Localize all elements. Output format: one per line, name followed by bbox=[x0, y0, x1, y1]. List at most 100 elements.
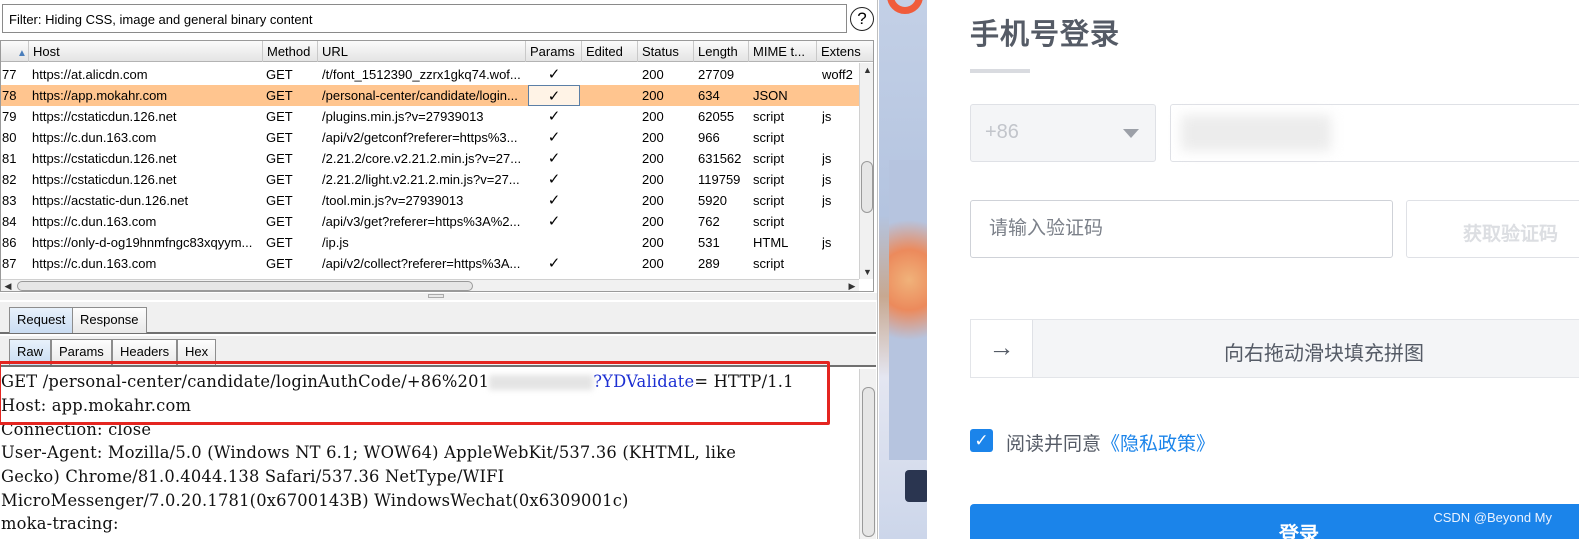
table-row[interactable]: 77 https://at.alicdn.com GET /t/font_151… bbox=[1, 64, 859, 85]
row-extension: js bbox=[822, 172, 832, 187]
decorative-ring bbox=[887, 0, 923, 14]
row-length: 62055 bbox=[698, 109, 735, 124]
column-number[interactable]: ▲ bbox=[1, 41, 29, 62]
row-mime: HTML bbox=[753, 235, 789, 250]
table-row[interactable]: 82 https://cstaticdun.126.net GET /2.21.… bbox=[1, 169, 859, 190]
table-horizontal-scrollbar[interactable]: ◀ ▶ bbox=[1, 279, 859, 291]
row-url: /ip.js bbox=[322, 235, 349, 250]
row-params-check bbox=[528, 232, 580, 253]
row-params-check: ✓ bbox=[528, 85, 580, 106]
row-params-check: ✓ bbox=[547, 171, 561, 188]
verification-code-input[interactable] bbox=[971, 201, 1392, 257]
table-row[interactable]: 80 https://c.dun.163.com GET /api/v2/get… bbox=[1, 127, 859, 148]
row-status: 200 bbox=[642, 67, 664, 82]
row-host: https://app.mokahr.com bbox=[32, 88, 168, 103]
column-edited[interactable]: Edited bbox=[582, 41, 638, 62]
verification-code-field[interactable] bbox=[970, 200, 1393, 258]
row-url: /2.21.2/light.v2.21.2.min.js?v=27... bbox=[322, 172, 520, 187]
header-line: User-Agent: Mozilla/5.0 (Windows NT 6.1;… bbox=[1, 443, 737, 462]
table-row-selected[interactable]: 78 https://app.mokahr.com GET /personal-… bbox=[1, 85, 859, 106]
table-vertical-scrollbar[interactable]: ▲ ▼ bbox=[859, 63, 873, 279]
row-params-check: ✓ bbox=[547, 66, 561, 83]
row-status: 200 bbox=[642, 151, 664, 166]
phone-input[interactable] bbox=[1170, 104, 1579, 162]
row-url: /2.21.2/core.v2.21.2.min.js?v=27... bbox=[322, 151, 522, 166]
slider-captcha[interactable]: → 向右拖动滑块填充拼图 bbox=[970, 319, 1579, 378]
tab-request[interactable]: Request bbox=[9, 307, 74, 333]
table-header: ▲ Host Method URL Params Edited Status L… bbox=[1, 41, 873, 62]
row-method: GET bbox=[266, 130, 293, 145]
row-number: 83 bbox=[2, 193, 17, 208]
tab-response[interactable]: Response bbox=[72, 307, 147, 333]
row-mime: script bbox=[753, 214, 785, 229]
filter-bar[interactable]: Filter: Hiding CSS, image and general bi… bbox=[2, 4, 847, 33]
row-host: https://c.dun.163.com bbox=[32, 256, 157, 271]
row-length: 966 bbox=[698, 130, 720, 145]
table-row[interactable]: 79 https://cstaticdun.126.net GET /plugi… bbox=[1, 106, 859, 127]
row-number: 81 bbox=[2, 151, 17, 166]
scroll-right-icon[interactable]: ▶ bbox=[845, 280, 859, 291]
row-mime: script bbox=[753, 151, 785, 166]
row-params-check: ✓ bbox=[547, 129, 561, 146]
column-host[interactable]: Host bbox=[29, 41, 263, 62]
scroll-thumb[interactable] bbox=[17, 281, 473, 291]
row-length: 5920 bbox=[698, 193, 727, 208]
column-mime-type[interactable]: MIME t... bbox=[749, 41, 817, 62]
row-status: 200 bbox=[642, 109, 664, 124]
sort-ascending-icon: ▲ bbox=[17, 48, 27, 59]
row-number: 86 bbox=[2, 235, 17, 250]
row-method: GET bbox=[266, 214, 293, 229]
table-row[interactable]: 87 https://c.dun.163.com GET /api/v2/col… bbox=[1, 253, 859, 274]
column-params[interactable]: Params bbox=[526, 41, 582, 62]
title-underline bbox=[970, 69, 1030, 73]
country-code-select[interactable]: +86 bbox=[970, 104, 1156, 162]
help-icon[interactable]: ? bbox=[850, 7, 874, 31]
row-url: /plugins.min.js?v=27939013 bbox=[322, 109, 484, 124]
table-row[interactable]: 83 https://acstatic-dun.126.net GET /too… bbox=[1, 190, 859, 211]
splitter-grip-icon[interactable] bbox=[428, 294, 444, 298]
column-length[interactable]: Length bbox=[694, 41, 749, 62]
row-status: 200 bbox=[642, 130, 664, 145]
row-extension: js bbox=[822, 151, 832, 166]
agree-checkbox[interactable]: ✓ bbox=[970, 429, 993, 452]
scroll-up-icon[interactable]: ▲ bbox=[860, 63, 873, 77]
column-status[interactable]: Status bbox=[638, 41, 694, 62]
table-row[interactable]: 81 https://cstaticdun.126.net GET /2.21.… bbox=[1, 148, 859, 169]
row-number: 79 bbox=[2, 109, 17, 124]
row-url: /api/v2/collect?referer=https%3A... bbox=[322, 256, 521, 271]
editor-vertical-scrollbar[interactable] bbox=[859, 369, 876, 539]
row-url: /api/v3/get?referer=https%3A%2... bbox=[322, 214, 521, 229]
column-url[interactable]: URL bbox=[318, 41, 526, 62]
table-row[interactable]: 84 https://c.dun.163.com GET /api/v3/get… bbox=[1, 211, 859, 232]
row-mime: script bbox=[753, 109, 785, 124]
row-mime: JSON bbox=[753, 88, 788, 103]
page-title: 手机号登录 bbox=[970, 19, 1121, 51]
login-button-label: 登录 bbox=[1279, 524, 1319, 539]
row-host: https://cstaticdun.126.net bbox=[32, 109, 177, 124]
row-mime bbox=[753, 64, 815, 85]
column-extension[interactable]: Extens bbox=[817, 41, 873, 62]
row-method: GET bbox=[266, 235, 293, 250]
country-code-value: +86 bbox=[985, 121, 1019, 143]
arrow-right-icon[interactable]: → bbox=[971, 320, 1033, 377]
scroll-thumb[interactable] bbox=[862, 387, 875, 537]
row-extension bbox=[822, 211, 859, 232]
scroll-down-icon[interactable]: ▼ bbox=[860, 265, 873, 279]
get-code-button[interactable]: 获取验证码 bbox=[1406, 200, 1579, 258]
row-params-check: ✓ bbox=[547, 213, 561, 230]
row-number: 80 bbox=[2, 130, 17, 145]
pane-splitter[interactable] bbox=[0, 293, 877, 300]
row-host: https://cstaticdun.126.net bbox=[32, 172, 177, 187]
header-line: Gecko) Chrome/81.0.4044.138 Safari/537.3… bbox=[1, 467, 505, 486]
row-number: 78 bbox=[2, 88, 17, 103]
row-method: GET bbox=[266, 172, 293, 187]
row-extension: woff2 bbox=[822, 67, 853, 82]
scroll-left-icon[interactable]: ◀ bbox=[1, 280, 15, 291]
scroll-thumb[interactable] bbox=[861, 161, 873, 213]
row-params-check: ✓ bbox=[547, 108, 561, 125]
privacy-policy-link[interactable]: 《隐私政策》 bbox=[1101, 434, 1215, 455]
row-url: /t/font_1512390_zzrx1gkq74.wof... bbox=[322, 67, 521, 82]
column-method[interactable]: Method bbox=[263, 41, 318, 62]
table-row[interactable]: 86 https://only-d-og19hnmfngc83xqyym... … bbox=[1, 232, 859, 253]
row-mime: script bbox=[753, 130, 785, 145]
